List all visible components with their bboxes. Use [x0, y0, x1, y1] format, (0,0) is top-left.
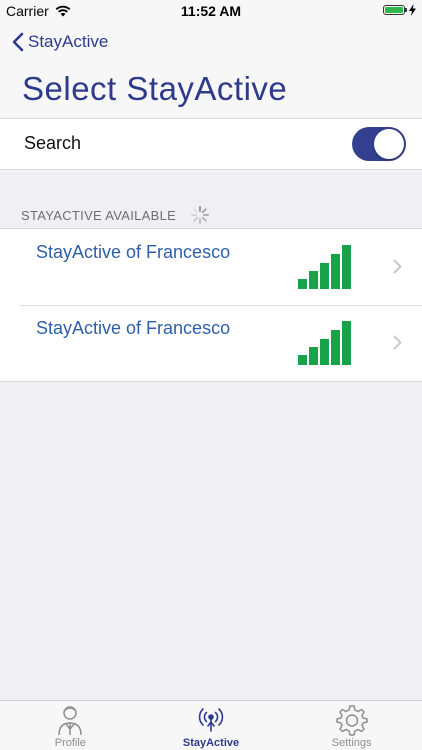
charging-bolt-icon	[409, 4, 416, 16]
status-time: 11:52 AM	[180, 3, 242, 19]
device-name: StayActive of Francesco	[36, 242, 231, 262]
tab-stayactive[interactable]: StayActive	[141, 701, 282, 750]
loading-spinner-icon	[191, 206, 210, 224]
chevron-right-icon	[393, 335, 402, 350]
tab-settings[interactable]: Settings	[281, 701, 422, 750]
tab-settings-label: Settings	[331, 737, 372, 749]
back-button-label: StayActive	[28, 32, 109, 51]
section-header: STAYACTIVE AVAILABLE	[21, 205, 210, 225]
tab-bar: Profile StayActive Settings	[0, 700, 422, 750]
tab-stayactive-label: StayActive	[182, 737, 240, 749]
device-name: StayActive of Francesco	[36, 318, 231, 338]
toggle-knob	[374, 129, 404, 159]
search-label: Search	[24, 133, 82, 153]
device-row[interactable]: StayActive of Francesco	[0, 229, 422, 305]
tab-profile[interactable]: Profile	[0, 701, 141, 750]
broadcast-icon	[198, 708, 224, 732]
signal-strength-icon	[298, 321, 351, 365]
search-row: Search	[0, 118, 422, 170]
profile-icon	[58, 706, 83, 736]
chevron-left-icon	[12, 32, 24, 52]
search-toggle[interactable]	[352, 127, 406, 161]
gear-icon	[335, 705, 368, 736]
battery-icon	[383, 5, 407, 15]
tab-profile-label: Profile	[54, 737, 86, 749]
signal-strength-icon	[298, 245, 351, 289]
section-header-label: STAYACTIVE AVAILABLE	[21, 207, 177, 223]
status-bar: Carrier 11:52 AM	[0, 0, 422, 22]
page-title: Select StayActive	[22, 70, 288, 107]
device-list: StayActive of Francesco StayActive of Fr…	[0, 228, 422, 382]
chevron-right-icon	[393, 259, 402, 274]
back-button[interactable]: StayActive	[12, 32, 108, 52]
navigation-bar: StayActive Select StayActive Search	[0, 22, 422, 172]
device-row[interactable]: StayActive of Francesco	[0, 305, 422, 381]
